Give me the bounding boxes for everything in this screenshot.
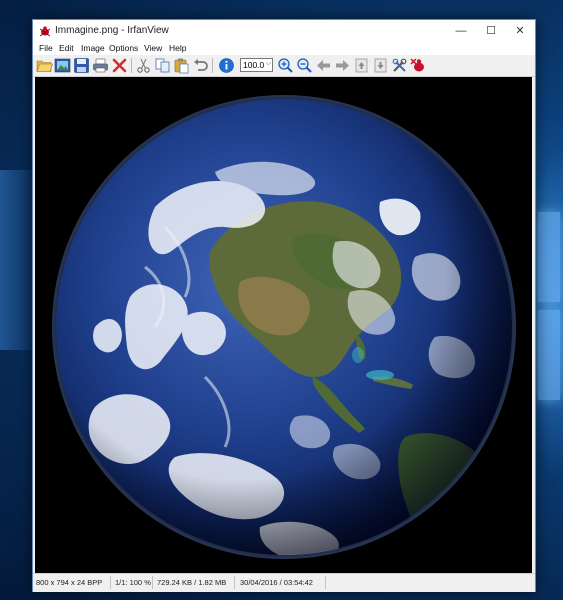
- title-bar[interactable]: Immagine.png - IrfanView — ☐ ✕: [33, 20, 535, 42]
- status-separator: [110, 576, 111, 589]
- previous-icon[interactable]: [315, 57, 332, 74]
- maximize-button[interactable]: ☐: [476, 20, 506, 42]
- first-page-icon[interactable]: [353, 57, 370, 74]
- print-icon[interactable]: [92, 57, 109, 74]
- windows-logo: [532, 212, 563, 432]
- status-filesize: 729.24 KB / 1.82 MB: [157, 578, 227, 587]
- image-viewport[interactable]: [35, 77, 532, 573]
- status-separator: [152, 576, 153, 589]
- toolbar-separator: [131, 58, 132, 73]
- toolbar: 100.0 ⌵: [33, 55, 535, 77]
- open-folder-icon[interactable]: [36, 57, 53, 74]
- window-title: Immagine.png - IrfanView: [55, 25, 169, 36]
- menu-help[interactable]: Help: [169, 43, 186, 53]
- earth-image: [35, 77, 532, 573]
- irfanview-window: Immagine.png - IrfanView — ☐ ✕ File Edit…: [32, 19, 536, 592]
- save-icon[interactable]: [73, 57, 90, 74]
- minimize-button[interactable]: —: [446, 20, 476, 42]
- info-icon[interactable]: [218, 57, 235, 74]
- status-datetime: 30/04/2016 / 03:54:42: [240, 578, 313, 587]
- menu-file[interactable]: File: [39, 43, 53, 53]
- irfanview-app-icon: [39, 26, 51, 37]
- menu-edit[interactable]: Edit: [59, 43, 74, 53]
- zoom-value: 100.0: [243, 60, 265, 70]
- zoom-out-icon[interactable]: [296, 57, 313, 74]
- cut-icon[interactable]: [135, 57, 152, 74]
- menu-options[interactable]: Options: [109, 43, 138, 53]
- zoom-in-icon[interactable]: [277, 57, 294, 74]
- status-separator: [234, 576, 235, 589]
- last-page-icon[interactable]: [372, 57, 389, 74]
- paste-icon[interactable]: [173, 57, 190, 74]
- close-button[interactable]: ✕: [505, 20, 535, 42]
- zoom-dropdown[interactable]: 100.0 ⌵: [240, 58, 273, 72]
- thumbnails-icon[interactable]: [54, 57, 71, 74]
- exit-icon[interactable]: [410, 57, 427, 74]
- next-icon[interactable]: [334, 57, 351, 74]
- copy-icon[interactable]: [154, 57, 171, 74]
- menu-bar: File Edit Image Options View Help: [33, 42, 535, 55]
- menu-view[interactable]: View: [144, 43, 162, 53]
- status-dimensions: 800 x 794 x 24 BPP: [36, 578, 103, 587]
- menu-image[interactable]: Image: [81, 43, 105, 53]
- status-separator: [325, 576, 326, 589]
- delete-icon[interactable]: [111, 57, 128, 74]
- chevron-down-icon: ⌵: [265, 60, 271, 67]
- settings-icon[interactable]: [391, 57, 408, 74]
- status-zoom: 1/1: 100 %: [115, 578, 151, 587]
- toolbar-separator: [212, 58, 213, 73]
- undo-icon[interactable]: [192, 57, 209, 74]
- status-bar: 800 x 794 x 24 BPP 1/1: 100 % 729.24 KB …: [33, 573, 535, 592]
